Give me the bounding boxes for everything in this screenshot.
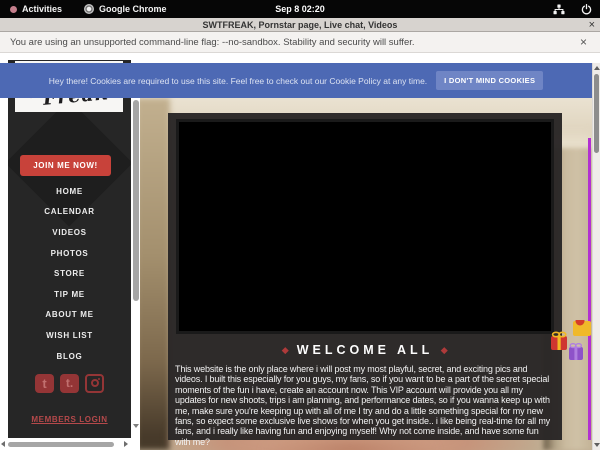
sidebar-item-home[interactable]: HOME bbox=[8, 181, 131, 202]
sidebar-vertical-scrollbar[interactable] bbox=[131, 98, 140, 438]
infobar-message: You are using an unsupported command-lin… bbox=[10, 32, 415, 52]
cookie-message: Hey there! Cookies are required to use t… bbox=[49, 76, 427, 86]
sidebar-scroll-left-arrow-icon[interactable] bbox=[1, 441, 5, 447]
network-icon[interactable] bbox=[553, 4, 565, 15]
sidebar-menu: HOME CALENDAR VIDEOS PHOTOS STORE TIP ME… bbox=[8, 181, 131, 366]
infobar-close-button[interactable]: × bbox=[580, 32, 587, 52]
video-player[interactable] bbox=[176, 119, 554, 334]
gift-icon[interactable] bbox=[549, 320, 593, 368]
sidebar: Freak JOIN ME NOW! HOME CALENDAR VIDEOS … bbox=[8, 60, 131, 438]
sidebar-scroll-down-arrow-icon[interactable] bbox=[133, 424, 139, 428]
sidebar-item-calendar[interactable]: CALENDAR bbox=[8, 202, 131, 223]
sidebar-item-videos[interactable]: VIDEOS bbox=[8, 222, 131, 243]
window-title-bar: SWTFREAK, Pornstar page, Live chat, Vide… bbox=[0, 18, 600, 32]
power-icon[interactable] bbox=[581, 4, 592, 15]
sidebar-horizontal-scrollbar[interactable] bbox=[0, 438, 140, 450]
sidebar-item-blog[interactable]: BLOG bbox=[8, 346, 131, 367]
sidebar-vertical-scrollbar-thumb[interactable] bbox=[133, 100, 139, 301]
window-title: SWTFREAK, Pornstar page, Live chat, Vide… bbox=[0, 18, 600, 32]
scroll-up-arrow-icon[interactable] bbox=[594, 66, 600, 70]
tumblr-icon[interactable] bbox=[60, 374, 79, 393]
scroll-down-arrow-icon[interactable] bbox=[594, 443, 600, 447]
diamond-bullet-icon bbox=[441, 347, 447, 353]
join-me-now-button[interactable]: JOIN ME NOW! bbox=[20, 155, 111, 176]
main-scrollbar[interactable] bbox=[592, 63, 600, 450]
instagram-icon[interactable] bbox=[85, 374, 104, 393]
clock[interactable]: Sep 8 02:20 bbox=[0, 0, 600, 18]
main-scrollbar-thumb[interactable] bbox=[594, 74, 599, 153]
browser-viewport: Freak JOIN ME NOW! HOME CALENDAR VIDEOS … bbox=[0, 53, 600, 450]
welcome-heading-row: WELCOME ALL bbox=[168, 341, 562, 359]
members-login-link[interactable]: MEMBERS LOGIN bbox=[8, 415, 131, 424]
sidebar-item-store[interactable]: STORE bbox=[8, 263, 131, 284]
welcome-paragraph: This website is the only place where i w… bbox=[175, 364, 551, 447]
purple-stripe bbox=[588, 138, 591, 440]
welcome-heading: WELCOME ALL bbox=[297, 343, 434, 357]
sidebar-item-about-me[interactable]: ABOUT ME bbox=[8, 305, 131, 326]
window-close-button[interactable]: × bbox=[589, 18, 595, 32]
content-panel: WELCOME ALL This website is the only pla… bbox=[168, 113, 562, 440]
sidebar-scroll-right-arrow-icon[interactable] bbox=[124, 441, 128, 447]
twitter-icon[interactable] bbox=[35, 374, 54, 393]
sidebar-item-tip-me[interactable]: TIP ME bbox=[8, 284, 131, 305]
screen: Activities Google Chrome Sep 8 02:20 SWT… bbox=[0, 0, 600, 450]
system-top-bar: Activities Google Chrome Sep 8 02:20 bbox=[0, 0, 600, 18]
sidebar-item-photos[interactable]: PHOTOS bbox=[8, 243, 131, 264]
sidebar-item-wish-list[interactable]: WISH LIST bbox=[8, 325, 131, 346]
browser-infobar: You are using an unsupported command-lin… bbox=[0, 32, 600, 53]
sidebar-horizontal-scrollbar-thumb[interactable] bbox=[8, 442, 114, 448]
social-links bbox=[8, 372, 131, 394]
cookie-consent-bar: Hey there! Cookies are required to use t… bbox=[0, 63, 592, 98]
cookie-accept-button[interactable]: I DON'T MIND COOKIES bbox=[436, 71, 543, 90]
diamond-bullet-icon bbox=[282, 347, 288, 353]
